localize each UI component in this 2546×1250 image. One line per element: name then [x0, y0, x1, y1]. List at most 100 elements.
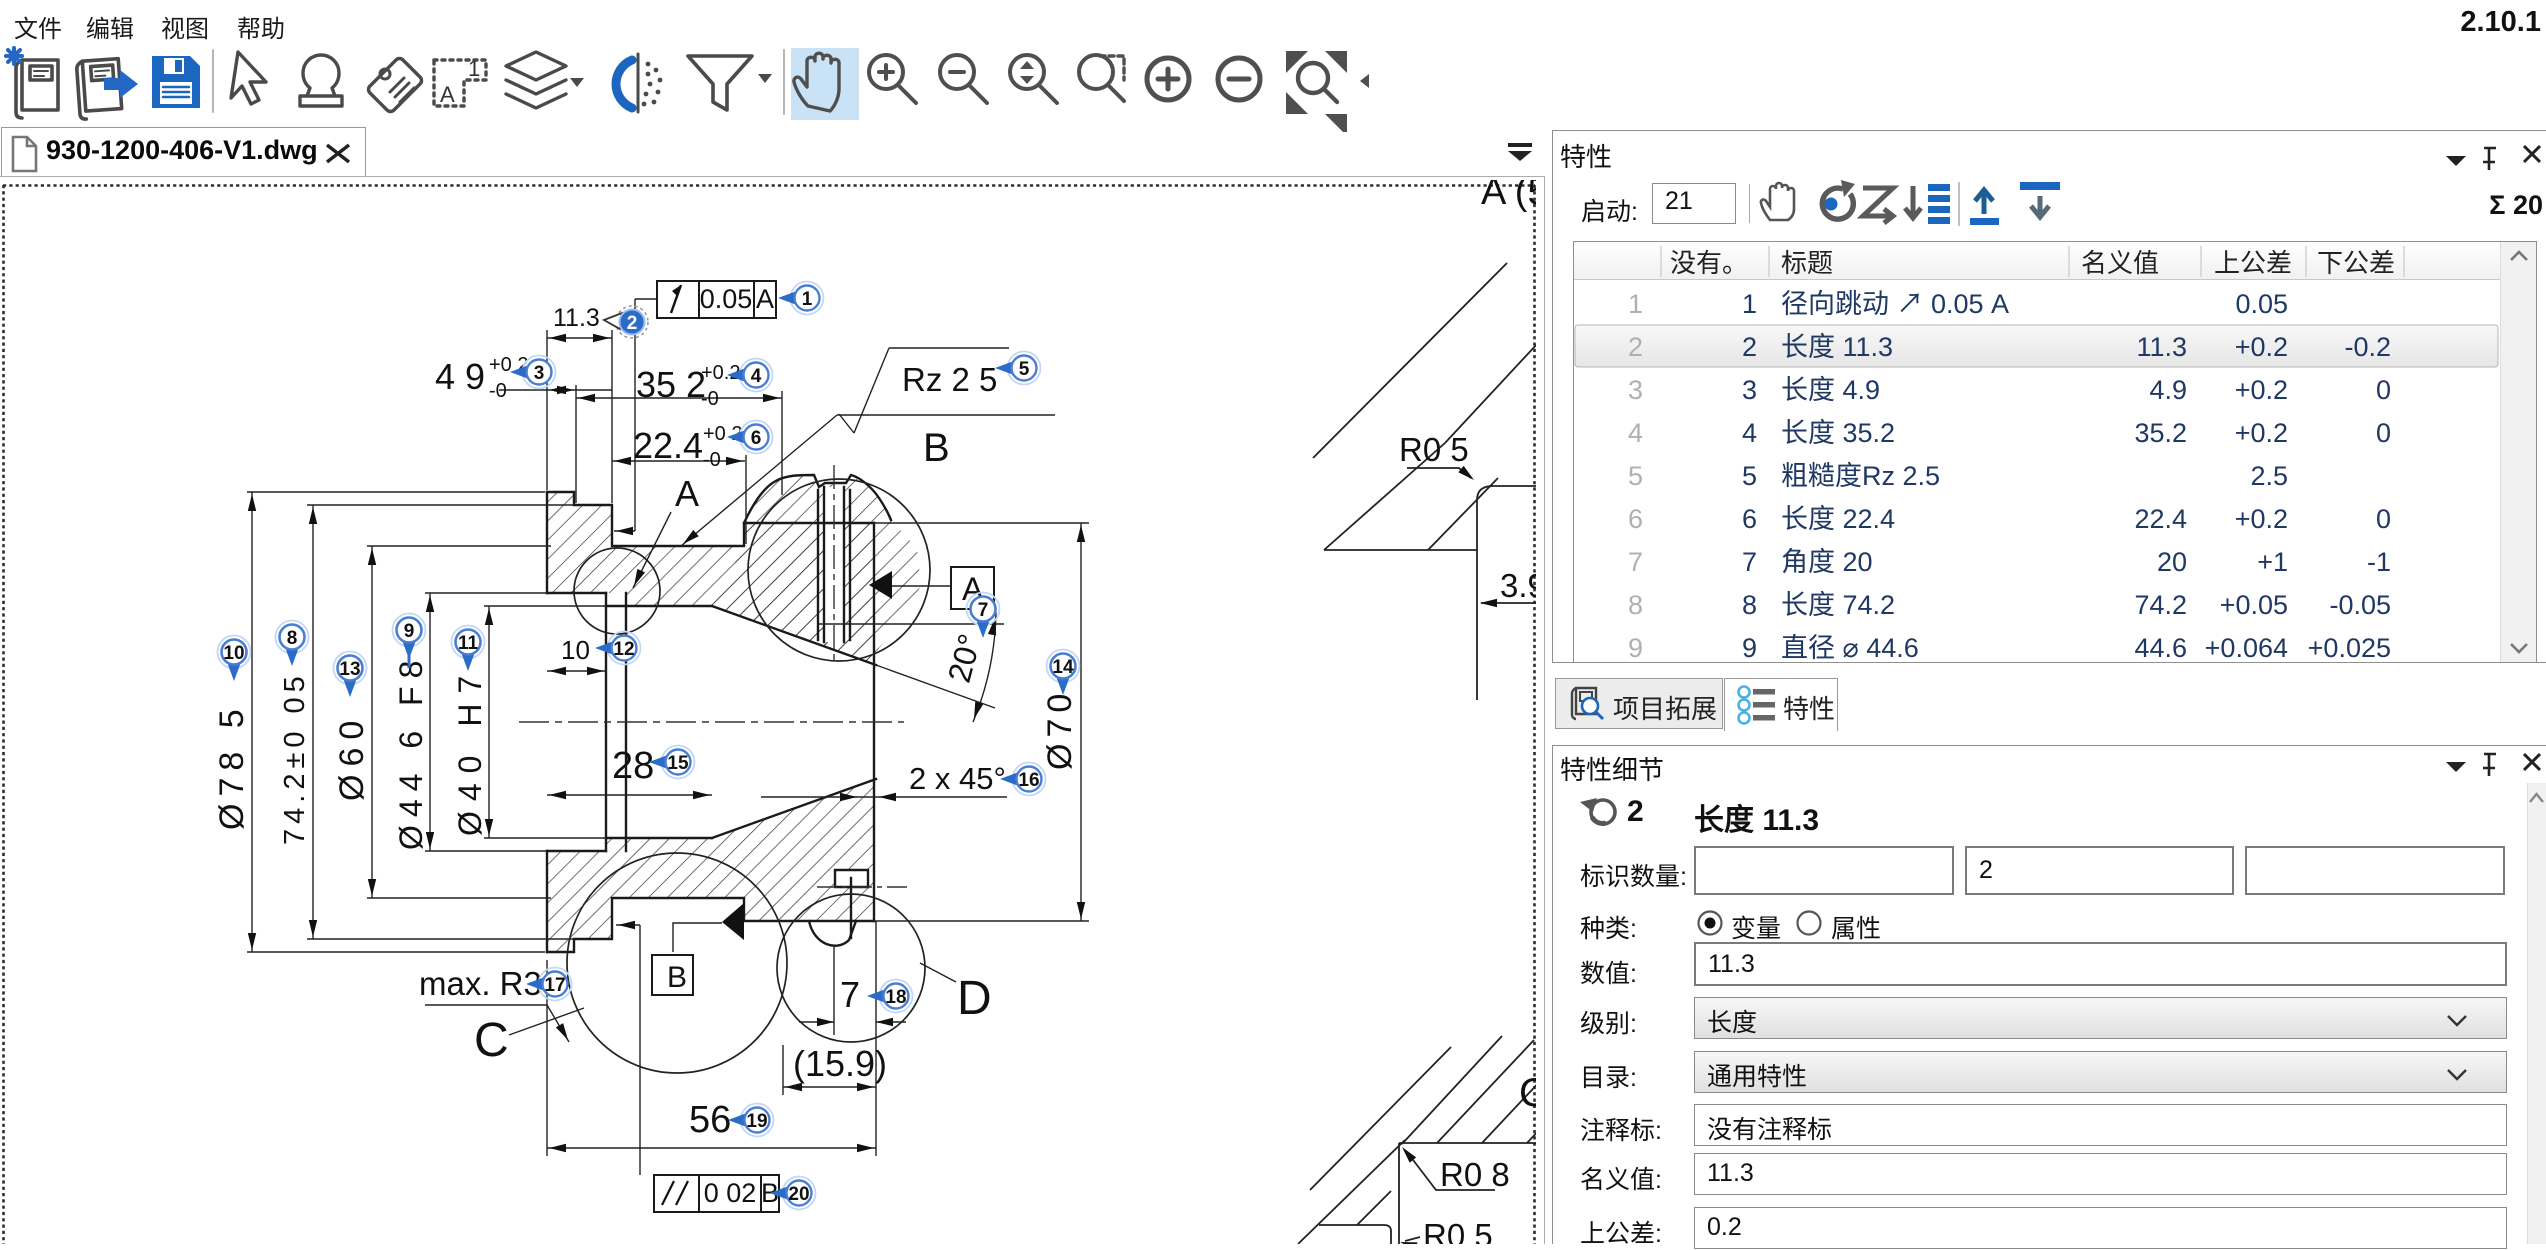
svg-text:直径 ⌀ 44.6: 直径 ⌀ 44.6 — [1781, 633, 1919, 663]
svg-text:16: 16 — [1018, 770, 1039, 791]
svg-text:10: 10 — [561, 635, 590, 665]
svg-text:长度 22.4: 长度 22.4 — [1781, 504, 1895, 534]
svg-text:56: 56 — [689, 1099, 731, 1141]
svg-text:0: 0 — [2376, 504, 2391, 534]
svg-text:+0.2: +0.2 — [2235, 375, 2288, 405]
svg-text:Ø78 5: Ø78 5 — [213, 702, 251, 830]
svg-text:4: 4 — [1628, 418, 1643, 448]
svg-text:Rz 2 5: Rz 2 5 — [902, 361, 997, 398]
svg-text:长度 74.2: 长度 74.2 — [1781, 590, 1895, 620]
svg-text:9: 9 — [404, 621, 415, 642]
svg-text:A: A — [675, 473, 699, 514]
svg-text:28: 28 — [612, 745, 654, 787]
svg-text:+0.05: +0.05 — [2220, 590, 2288, 620]
svg-text:11.3: 11.3 — [553, 304, 600, 332]
svg-text:2.5: 2.5 — [2250, 461, 2288, 491]
svg-text:4.9: 4.9 — [2149, 375, 2187, 405]
svg-text:Ø60: Ø60 — [333, 713, 371, 801]
svg-text:18: 18 — [885, 987, 906, 1008]
svg-text:22.4: 22.4 — [2134, 504, 2187, 534]
svg-text:径向跳动 ↗ 0.05 A: 径向跳动 ↗ 0.05 A — [1781, 289, 2009, 319]
svg-text:Ø70: Ø70 — [1041, 688, 1079, 770]
svg-text:C: C — [474, 1014, 509, 1067]
svg-text:4: 4 — [751, 366, 762, 387]
svg-text:7: 7 — [840, 974, 860, 1015]
svg-text:8: 8 — [1742, 590, 1757, 620]
svg-text:74.2: 74.2 — [2134, 590, 2187, 620]
svg-text:名义值: 名义值 — [2081, 248, 2159, 278]
svg-text:Ø40 H7: Ø40 H7 — [452, 666, 488, 836]
svg-text:+0.064: +0.064 — [2205, 633, 2288, 663]
svg-text:35.2: 35.2 — [2134, 418, 2187, 448]
svg-text:1: 1 — [802, 289, 813, 310]
svg-text:6: 6 — [1742, 504, 1757, 534]
svg-text:5: 5 — [1742, 461, 1757, 491]
svg-text:3.9: 3.9 — [1500, 567, 1536, 604]
svg-text:A (5 : 1): A (5 : 1) — [1481, 180, 1536, 213]
svg-text:74.2±0 05: 74.2±0 05 — [279, 671, 311, 845]
svg-text:7: 7 — [1742, 547, 1757, 577]
svg-text:0.05: 0.05 — [700, 284, 753, 314]
svg-text:0 02: 0 02 — [704, 1178, 757, 1208]
svg-text:9: 9 — [1742, 633, 1757, 663]
svg-text:13: 13 — [339, 659, 360, 680]
svg-text:-1: -1 — [2367, 547, 2391, 577]
svg-text:6: 6 — [1628, 504, 1643, 534]
svg-text:下公差: 下公差 — [2317, 248, 2395, 278]
svg-text:15: 15 — [667, 753, 689, 774]
svg-text:A: A — [440, 82, 455, 107]
svg-text:4 9: 4 9 — [435, 356, 485, 397]
svg-text:1: 1 — [1628, 289, 1643, 319]
svg-text:-0: -0 — [701, 388, 719, 410]
svg-text:3: 3 — [1628, 375, 1643, 405]
svg-text:-0: -0 — [703, 449, 721, 471]
svg-text:Ø44 6 F8: Ø44 6 F8 — [393, 653, 429, 850]
svg-text:2: 2 — [627, 313, 638, 334]
svg-text:12: 12 — [613, 639, 634, 660]
svg-text:A: A — [756, 284, 774, 314]
svg-text:标题: 标题 — [1781, 248, 1833, 278]
svg-text:0: 0 — [2376, 418, 2391, 448]
svg-text:3: 3 — [1742, 375, 1757, 405]
svg-text:(15.9): (15.9) — [793, 1043, 887, 1084]
svg-text:4: 4 — [1742, 418, 1757, 448]
svg-text:20°: 20° — [941, 630, 988, 686]
svg-text:8: 8 — [1628, 590, 1643, 620]
svg-text:2 x 45°: 2 x 45° — [909, 761, 1006, 796]
svg-text:-0.2: -0.2 — [2344, 332, 2391, 362]
svg-text:5: 5 — [1628, 461, 1643, 491]
svg-text:9: 9 — [1628, 633, 1643, 663]
svg-text:+0.025: +0.025 — [2308, 633, 2391, 663]
svg-text:R0 8: R0 8 — [1440, 1156, 1510, 1193]
svg-text:0.05: 0.05 — [2235, 289, 2288, 319]
svg-text:19: 19 — [746, 1111, 767, 1132]
svg-text:角度 20: 角度 20 — [1781, 547, 1873, 577]
svg-text:1: 1 — [468, 56, 480, 81]
svg-text:14: 14 — [1052, 657, 1074, 678]
svg-text:2: 2 — [1742, 332, 1757, 362]
svg-text:上公差: 上公差 — [2214, 248, 2292, 278]
svg-text:11.3: 11.3 — [2136, 332, 2187, 362]
svg-text:+0.2: +0.2 — [2235, 332, 2288, 362]
svg-text:20: 20 — [2157, 547, 2187, 577]
svg-text:+1: +1 — [2257, 547, 2288, 577]
svg-text:8: 8 — [287, 628, 298, 649]
svg-text:B: B — [667, 961, 687, 994]
svg-text:没有。: 没有。 — [1670, 248, 1748, 278]
svg-text:粗糙度Rz 2.5: 粗糙度Rz 2.5 — [1781, 461, 1940, 491]
svg-text:max. R3: max. R3 — [419, 965, 542, 1002]
svg-text:20: 20 — [788, 1184, 809, 1205]
svg-text:22.4: 22.4 — [633, 425, 703, 466]
svg-text:长度 11.3: 长度 11.3 — [1781, 332, 1893, 362]
svg-text:B: B — [923, 426, 950, 470]
svg-text:10: 10 — [223, 643, 244, 664]
svg-text:11: 11 — [458, 633, 479, 654]
svg-text:R0 5: R0 5 — [1423, 1217, 1493, 1244]
svg-text:-0: -0 — [489, 380, 507, 402]
svg-text:长度 4.9: 长度 4.9 — [1781, 375, 1880, 405]
svg-text:7: 7 — [978, 600, 989, 621]
svg-text:+0.2: +0.2 — [2235, 504, 2288, 534]
svg-text:1: 1 — [1742, 289, 1757, 319]
svg-text:44.6: 44.6 — [2134, 633, 2187, 663]
svg-text:2: 2 — [1628, 332, 1643, 362]
